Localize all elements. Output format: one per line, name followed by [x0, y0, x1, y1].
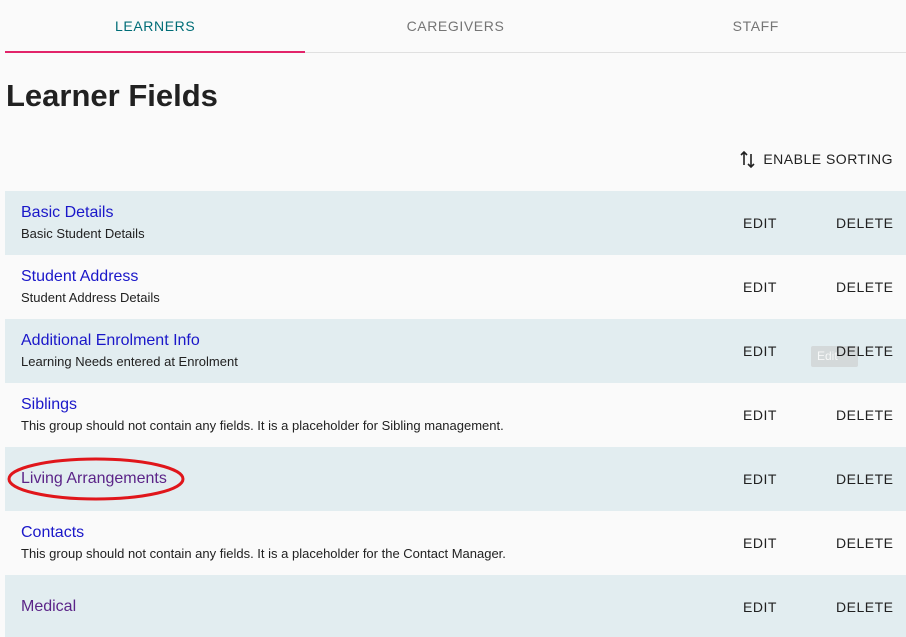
delete-button[interactable]: DELETE	[836, 319, 893, 383]
group-name-link[interactable]: Additional Enrolment Info	[21, 331, 238, 351]
group-name-link[interactable]: Siblings	[21, 395, 504, 415]
edit-button[interactable]: EDIT	[743, 575, 777, 637]
group-row: Contacts This group should not contain a…	[5, 511, 906, 575]
group-name-link[interactable]: Contacts	[21, 523, 506, 543]
sort-arrows-icon	[740, 150, 755, 169]
tab-staff[interactable]: STAFF	[606, 0, 906, 52]
enable-sorting-label: ENABLE SORTING	[763, 151, 893, 167]
enable-sorting-button[interactable]: ENABLE SORTING	[739, 146, 893, 172]
group-row: Additional Enrolment Info Learning Needs…	[5, 319, 906, 383]
group-row: Living Arrangements EDIT DELETE	[5, 447, 906, 511]
group-text: Living Arrangements	[21, 447, 167, 511]
edit-button[interactable]: EDIT	[743, 447, 777, 511]
group-text: Siblings This group should not contain a…	[21, 383, 504, 447]
group-text: Contacts This group should not contain a…	[21, 511, 506, 575]
delete-button[interactable]: DELETE	[836, 255, 893, 319]
group-description: Learning Needs entered at Enrolment	[21, 354, 238, 369]
edit-button[interactable]: EDIT	[743, 511, 777, 575]
group-name-link[interactable]: Basic Details	[21, 203, 145, 223]
delete-button[interactable]: DELETE	[836, 447, 893, 511]
group-text: Student Address Student Address Details	[21, 255, 160, 319]
delete-button[interactable]: DELETE	[836, 191, 893, 255]
group-name-link[interactable]: Student Address	[21, 267, 160, 287]
group-row: Basic Details Basic Student Details EDIT…	[5, 191, 906, 255]
learner-fields-page: LEARNERS CAREGIVERS STAFF Learner Fields…	[0, 0, 906, 637]
group-row: Siblings This group should not contain a…	[5, 383, 906, 447]
group-name-link[interactable]: Living Arrangements	[21, 469, 167, 489]
group-description: Basic Student Details	[21, 226, 145, 241]
group-row: Student Address Student Address Details …	[5, 255, 906, 319]
edit-button[interactable]: EDIT	[743, 191, 777, 255]
tab-bar: LEARNERS CAREGIVERS STAFF	[5, 0, 906, 53]
group-name-link[interactable]: Medical	[21, 597, 76, 617]
delete-button[interactable]: DELETE	[836, 575, 893, 637]
group-text: Basic Details Basic Student Details	[21, 191, 145, 255]
edit-button[interactable]: EDIT	[743, 255, 777, 319]
edit-button[interactable]: EDIT	[743, 383, 777, 447]
group-text: Additional Enrolment Info Learning Needs…	[21, 319, 238, 383]
group-description: This group should not contain any fields…	[21, 418, 504, 433]
delete-button[interactable]: DELETE	[836, 383, 893, 447]
group-description: This group should not contain any fields…	[21, 546, 506, 561]
tab-learners[interactable]: LEARNERS	[5, 0, 306, 53]
group-text: Medical	[21, 575, 76, 637]
page-title: Learner Fields	[6, 78, 218, 113]
group-description: Student Address Details	[21, 290, 160, 305]
tab-caregivers[interactable]: CAREGIVERS	[305, 0, 605, 52]
edit-button[interactable]: EDIT	[743, 319, 777, 383]
group-list: Basic Details Basic Student Details EDIT…	[5, 191, 906, 637]
delete-button[interactable]: DELETE	[836, 511, 893, 575]
group-row: Medical EDIT DELETE	[5, 575, 906, 637]
